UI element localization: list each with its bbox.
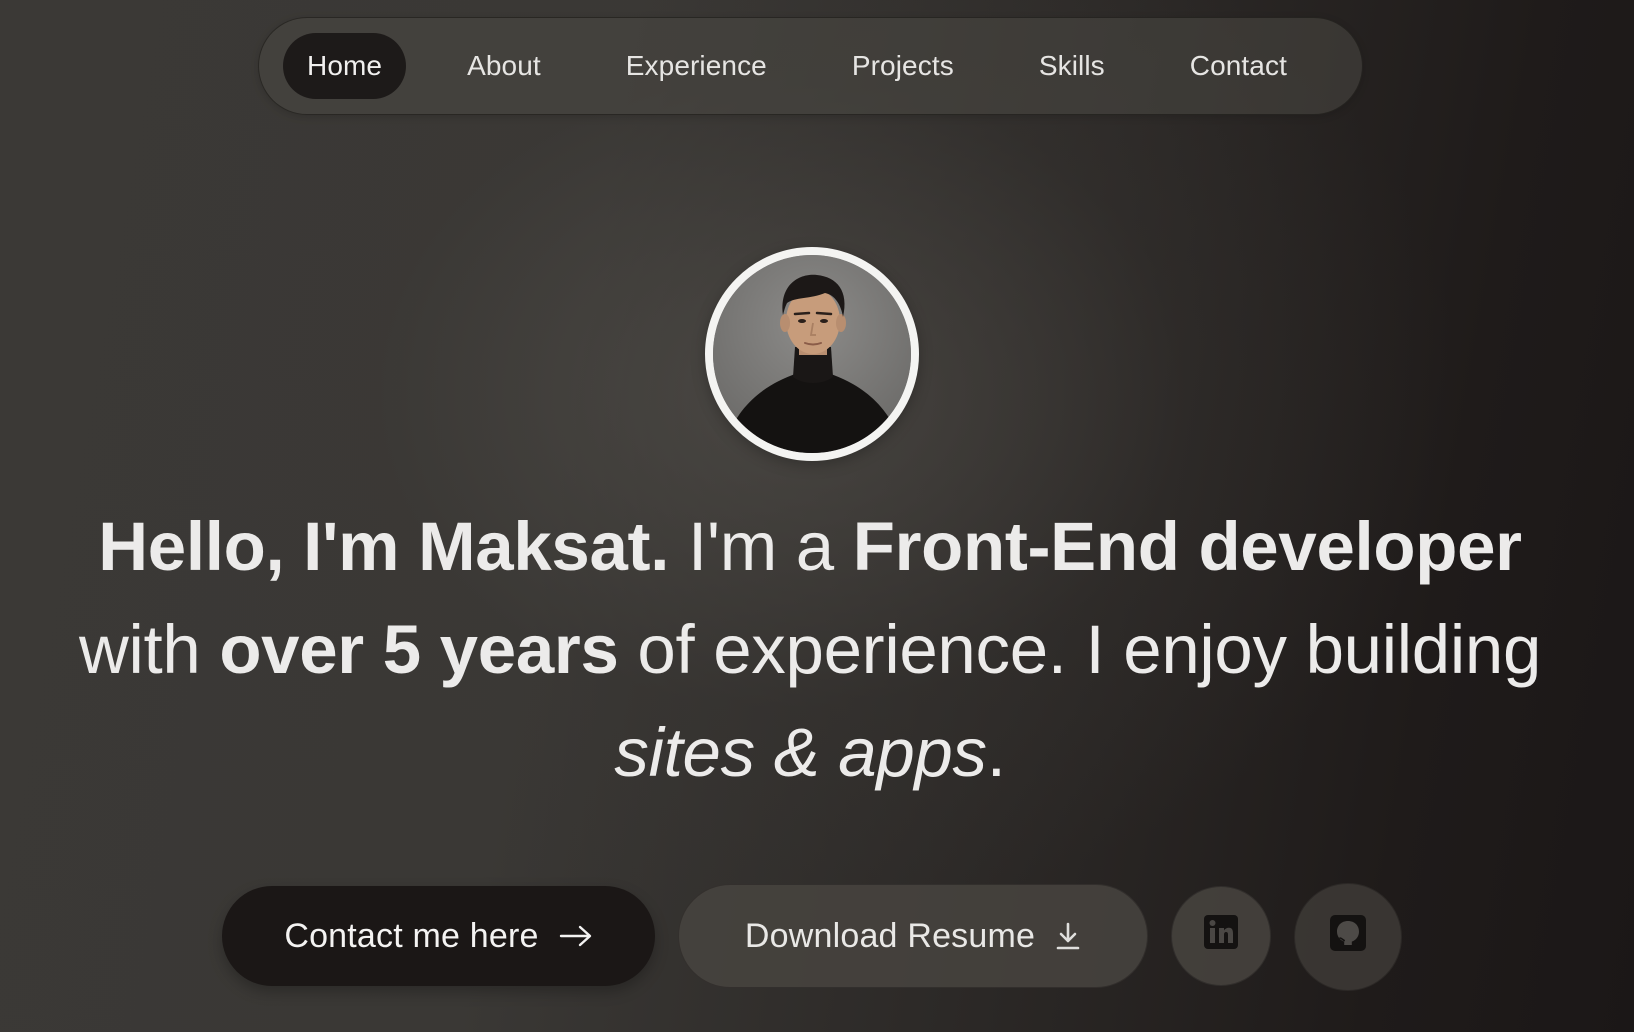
github-icon	[1329, 914, 1367, 961]
arrow-right-icon	[559, 925, 593, 947]
top-navigation: Home About Experience Projects Skills Co…	[258, 17, 1363, 115]
avatar	[705, 247, 919, 461]
github-button[interactable]	[1294, 883, 1402, 991]
headline-text: with	[78, 611, 220, 688]
nav-experience[interactable]: Experience	[602, 33, 791, 99]
hero-headline: Hello, I'm Maksat. I'm a Front-End devel…	[60, 495, 1560, 804]
nav-about[interactable]: About	[443, 33, 565, 99]
linkedin-button[interactable]	[1171, 886, 1271, 986]
download-icon	[1055, 921, 1081, 951]
download-resume-button[interactable]: Download Resume	[678, 884, 1148, 988]
headline-emphasis: sites & apps	[614, 714, 987, 791]
headline-experience: over 5 years	[219, 611, 619, 688]
nav-contact[interactable]: Contact	[1166, 33, 1311, 99]
headline-text: of experience. I enjoy building	[618, 611, 1542, 688]
download-resume-label: Download Resume	[744, 916, 1036, 955]
headline-greeting: Hello, I'm Maksat.	[98, 508, 670, 585]
portrait-image	[713, 255, 911, 453]
contact-me-label: Contact me here	[284, 916, 539, 955]
linkedin-icon	[1203, 914, 1239, 959]
nav-home[interactable]: Home	[283, 33, 407, 99]
headline-role: Front-End developer	[852, 508, 1522, 585]
headline-text: I'm a	[669, 508, 853, 585]
nav-skills[interactable]: Skills	[1015, 33, 1129, 99]
nav-projects[interactable]: Projects	[828, 33, 978, 99]
contact-me-button[interactable]: Contact me here	[222, 886, 655, 986]
headline-period: .	[986, 714, 1006, 791]
